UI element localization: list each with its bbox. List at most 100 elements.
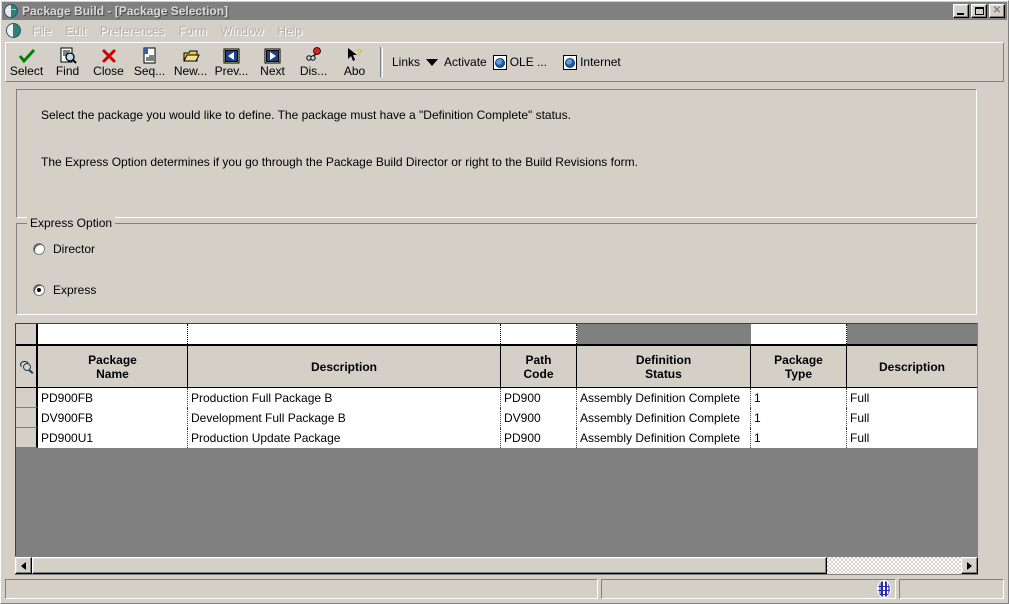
row-selector[interactable] xyxy=(16,428,38,448)
internet-button[interactable]: Internet xyxy=(563,55,621,70)
column-header-path-code-line1: Path xyxy=(525,353,551,367)
cell-package-name[interactable]: PD900FB xyxy=(38,388,188,408)
toolbar-button-next[interactable]: Next xyxy=(252,43,293,81)
query-by-example-row xyxy=(16,324,977,346)
chevron-down-icon[interactable] xyxy=(426,59,438,66)
row-selector[interactable] xyxy=(16,388,38,408)
column-header-package-type[interactable]: PackageType xyxy=(751,346,847,387)
table-row[interactable]: PD900FB Production Full Package B PD900 … xyxy=(16,388,977,408)
toolbar-button-find[interactable]: Find xyxy=(47,43,88,81)
qbe-input-description[interactable] xyxy=(188,324,501,344)
query-magnifier-icon[interactable] xyxy=(16,346,38,387)
column-header-definition-status[interactable]: DefinitionStatus xyxy=(577,346,751,387)
menu-bar: File Edit Preferences Form Window Help xyxy=(2,20,1007,41)
maximize-button[interactable] xyxy=(971,4,987,18)
window-controls-outer: ✕ xyxy=(953,4,1005,18)
toolbar-label-display: Dis... xyxy=(300,65,327,78)
links-label: Links xyxy=(392,55,420,69)
scrollbar-track[interactable] xyxy=(827,557,961,574)
table-row[interactable]: PD900U1 Production Update Package PD900 … xyxy=(16,428,977,448)
toolbar-button-select[interactable]: Select xyxy=(6,43,47,81)
cell-package-name[interactable]: DV900FB xyxy=(38,408,188,428)
globe-icon xyxy=(877,580,891,598)
column-header-path-code[interactable]: PathCode xyxy=(501,346,577,387)
row-selector[interactable] xyxy=(16,408,38,428)
toolbar-label-new: New... xyxy=(174,65,207,78)
sequence-document-icon xyxy=(129,46,170,65)
ole-button[interactable]: OLE ... xyxy=(493,55,547,70)
toolbar-button-display[interactable]: Dis... xyxy=(293,43,334,81)
toolbar-label-select: Select xyxy=(10,65,43,78)
cell-path-code[interactable]: PD900 xyxy=(501,428,577,448)
cell-definition-status[interactable]: Assembly Definition Complete xyxy=(577,428,751,448)
status-panel-2 xyxy=(601,579,896,599)
cell-package-type[interactable]: 1 xyxy=(751,388,847,408)
grid-horizontal-scrollbar[interactable] xyxy=(15,556,978,574)
column-header-package-name[interactable]: PackageName xyxy=(38,346,188,387)
scroll-right-button[interactable] xyxy=(961,557,978,574)
qbe-input-definition-status xyxy=(577,324,751,344)
express-option-group: Express Option Director Express xyxy=(16,223,977,315)
menu-item-file[interactable]: File xyxy=(25,22,58,40)
svg-text:?: ? xyxy=(356,48,362,59)
menu-item-window[interactable]: Window xyxy=(214,22,271,40)
table-row[interactable]: DV900FB Development Full Package B DV900… xyxy=(16,408,977,428)
title-bar: Package Build - [Package Selection] xyxy=(2,2,1007,20)
instruction-panel: Select the package you would like to def… xyxy=(16,89,977,218)
toolbar: Select Find Close xyxy=(5,42,1004,82)
cell-path-code[interactable]: PD900 xyxy=(501,388,577,408)
column-header-package-type-line1: Package xyxy=(774,353,823,367)
minimize-button[interactable] xyxy=(953,4,969,18)
toolbar-links-group: Links Activate OLE ... Internet xyxy=(388,55,621,70)
radio-director-icon[interactable] xyxy=(33,243,45,255)
close-x-icon xyxy=(88,46,129,65)
cell-description[interactable]: Production Full Package B xyxy=(188,388,501,408)
toolbar-button-sequence[interactable]: Seq... xyxy=(129,43,170,81)
column-header-package-name-line2: Name xyxy=(96,367,129,381)
cell-description[interactable]: Production Update Package xyxy=(188,428,501,448)
radio-option-express[interactable]: Express xyxy=(33,283,96,297)
menu-item-help[interactable]: Help xyxy=(270,22,309,40)
column-header-description2[interactable]: Description xyxy=(847,346,977,387)
close-button[interactable]: ✕ xyxy=(989,4,1005,18)
cell-package-name[interactable]: PD900U1 xyxy=(38,428,188,448)
qbe-input-path-code[interactable] xyxy=(501,324,577,344)
menu-item-form[interactable]: Form xyxy=(172,22,214,40)
radio-option-director[interactable]: Director xyxy=(33,242,95,256)
grid-data-rows: PD900FB Production Full Package B PD900 … xyxy=(16,388,977,552)
toolbar-button-previous[interactable]: Prev... xyxy=(211,43,252,81)
toolbar-button-close[interactable]: Close xyxy=(88,43,129,81)
cell-package-type[interactable]: 1 xyxy=(751,428,847,448)
cell-package-type[interactable]: 1 xyxy=(751,408,847,428)
scroll-left-button[interactable] xyxy=(15,557,32,574)
toolbar-button-new[interactable]: New... xyxy=(170,43,211,81)
cell-definition-status[interactable]: Assembly Definition Complete xyxy=(577,408,751,428)
internet-globe-document-icon xyxy=(563,55,577,70)
instruction-line-1: Select the package you would like to def… xyxy=(41,108,952,122)
cell-description2[interactable]: Full xyxy=(847,428,977,448)
cell-definition-status[interactable]: Assembly Definition Complete xyxy=(577,388,751,408)
menu-item-preferences[interactable]: Preferences xyxy=(93,22,172,40)
check-icon xyxy=(6,46,47,65)
grid-empty-area xyxy=(16,448,977,552)
menu-app-icon[interactable] xyxy=(6,23,21,38)
cell-description2[interactable]: Full xyxy=(847,408,977,428)
previous-arrow-icon xyxy=(211,46,252,65)
activate-button[interactable]: Activate xyxy=(444,55,487,69)
scrollbar-thumb[interactable] xyxy=(32,557,827,574)
cell-description2[interactable]: Full xyxy=(847,388,977,408)
cell-description[interactable]: Development Full Package B xyxy=(188,408,501,428)
toolbar-button-about[interactable]: ? Abo xyxy=(334,43,375,81)
radio-director-label: Director xyxy=(53,242,95,256)
radio-express-icon[interactable] xyxy=(33,284,45,296)
toolbar-label-sequence: Seq... xyxy=(134,65,165,78)
qbe-input-package-name[interactable] xyxy=(38,324,188,344)
radio-express-label: Express xyxy=(53,283,96,297)
qbe-input-package-type[interactable] xyxy=(751,324,847,344)
toolbar-label-previous: Prev... xyxy=(215,65,249,78)
application-window: Package Build - [Package Selection] ✕ ✕ … xyxy=(0,0,1009,604)
column-header-description2-label: Description xyxy=(879,360,945,374)
cell-path-code[interactable]: DV900 xyxy=(501,408,577,428)
menu-item-edit[interactable]: Edit xyxy=(58,22,93,40)
column-header-description[interactable]: Description xyxy=(188,346,501,387)
